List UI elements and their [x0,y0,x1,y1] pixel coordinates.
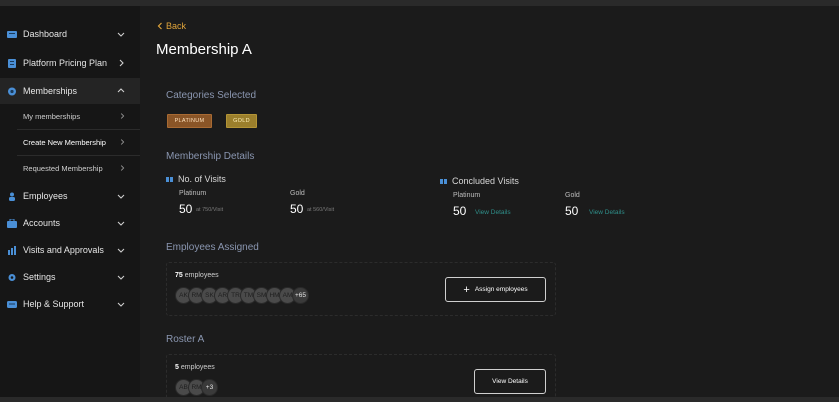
employees-icon [9,192,15,201]
sidebar-item-accounts[interactable]: Accounts [0,210,140,236]
dashboard-icon [7,30,17,38]
roster-avatar-group[interactable]: AB RM +3 [175,379,218,396]
sidebar-item-settings[interactable]: Settings [0,264,140,290]
sidebar-item-visits-approvals[interactable]: Visits and Approvals [0,237,140,263]
no-of-visits-label: No. of Visits [178,174,226,184]
visits-platinum-note: at 750/Visit [196,207,224,213]
chevron-right-icon [120,139,125,145]
page-title: Membership A [156,41,252,58]
help-icon [7,300,17,308]
visits-gold-value: 50 [290,202,304,216]
chevron-down-icon[interactable] [116,245,126,255]
employees-count: 75 employees [175,272,219,279]
roster-view-details-button[interactable]: View Details [474,369,546,394]
visits-gold-note: at 560/Visit [307,207,335,213]
employees-count-number: 75 [175,272,183,279]
bottom-bar [0,397,839,402]
assign-employees-button[interactable]: + Assign employees [445,277,546,302]
sidebar-item-platform-pricing[interactable]: Platform Pricing Plan [0,50,140,76]
sidebar-item-label: Accounts [23,218,61,228]
category-chip-platinum: PLATINUM [167,114,212,128]
no-of-visits-heading: No. of Visits [166,174,226,184]
membership-details-title: Membership Details [166,151,255,162]
pricing-icon [8,58,16,68]
sidebar-item-employees[interactable]: Employees [0,183,140,209]
visits-platinum-value: 50 [179,202,193,216]
sidebar-item-label: Platform Pricing Plan [23,58,108,68]
sidebar-subitem-create-new-membership[interactable]: Create New Membership [0,130,140,156]
concluded-visits-heading: Concluded Visits [440,176,519,186]
employee-avatar-group[interactable]: AK RM SK AR TR TM SM HM AM +65 [175,287,309,304]
chevron-down-icon[interactable] [116,29,126,39]
sidebar-subitem-label: Create New Membership [23,138,106,147]
people-icon [440,178,447,184]
concluded-platinum-value: 50 [453,204,467,218]
sidebar-item-label: Dashboard [23,29,68,39]
roster-count-suffix: employees [180,364,215,371]
category-chip-gold: GOLD [226,114,257,128]
chevron-right-icon[interactable] [116,58,126,68]
chevron-right-icon [120,113,125,119]
concluded-platinum-view-details-link[interactable]: View Details [475,209,511,216]
visits-gold-label: Gold [290,190,305,197]
sidebar-item-label: Visits and Approvals [23,245,104,255]
sidebar-item-label: Memberships [23,86,78,96]
avatar-more: +3 [201,379,218,396]
sidebar-item-label: Employees [23,191,68,201]
employees-assigned-title: Employees Assigned [166,242,259,253]
roster-employees-count: 5 employees [175,364,215,371]
concluded-platinum-label: Platinum [453,192,481,199]
sidebar-subitem-label: Requested Membership [23,164,103,173]
roster-count-number: 5 [175,364,179,371]
sidebar-item-dashboard[interactable]: Dashboard [0,21,140,47]
categories-title: Categories Selected [166,90,257,101]
back-label: Back [166,21,187,31]
memberships-icon [8,87,16,95]
chevron-down-icon[interactable] [116,272,126,282]
chevron-down-icon[interactable] [116,191,126,201]
concluded-visits-label: Concluded Visits [452,176,519,186]
visits-icon [8,245,16,255]
employees-count-suffix: employees [184,272,219,279]
settings-icon [8,273,16,281]
roster-view-details-label: View Details [492,378,528,385]
chevron-down-icon[interactable] [116,299,126,309]
sidebar-subitem-label: My memberships [23,112,81,121]
plus-icon: + [463,283,470,296]
back-link[interactable]: Back [157,21,186,31]
chevron-left-icon [157,22,162,30]
sidebar: Dashboard Platform Pricing Plan Membersh… [0,6,140,397]
assign-employees-label: Assign employees [474,286,528,293]
avatar-more: +65 [292,287,309,304]
visits-platinum-label: Platinum [179,190,207,197]
people-icon [166,176,173,182]
sidebar-item-label: Help & Support [23,299,85,309]
roster-title: Roster A [166,334,205,345]
sidebar-subitem-my-memberships[interactable]: My memberships [0,104,140,130]
sidebar-item-help-support[interactable]: Help & Support [0,291,140,317]
concluded-gold-view-details-link[interactable]: View Details [589,209,625,216]
sidebar-subitem-requested-membership[interactable]: Requested Membership [0,156,140,182]
chevron-down-icon[interactable] [116,218,126,228]
chevron-right-icon [120,165,125,171]
sidebar-item-label: Settings [23,272,56,282]
accounts-icon [7,218,17,228]
concluded-gold-value: 50 [565,204,579,218]
chevron-up-icon[interactable] [116,86,126,96]
concluded-gold-label: Gold [565,192,580,199]
sidebar-item-memberships[interactable]: Memberships [0,78,140,104]
